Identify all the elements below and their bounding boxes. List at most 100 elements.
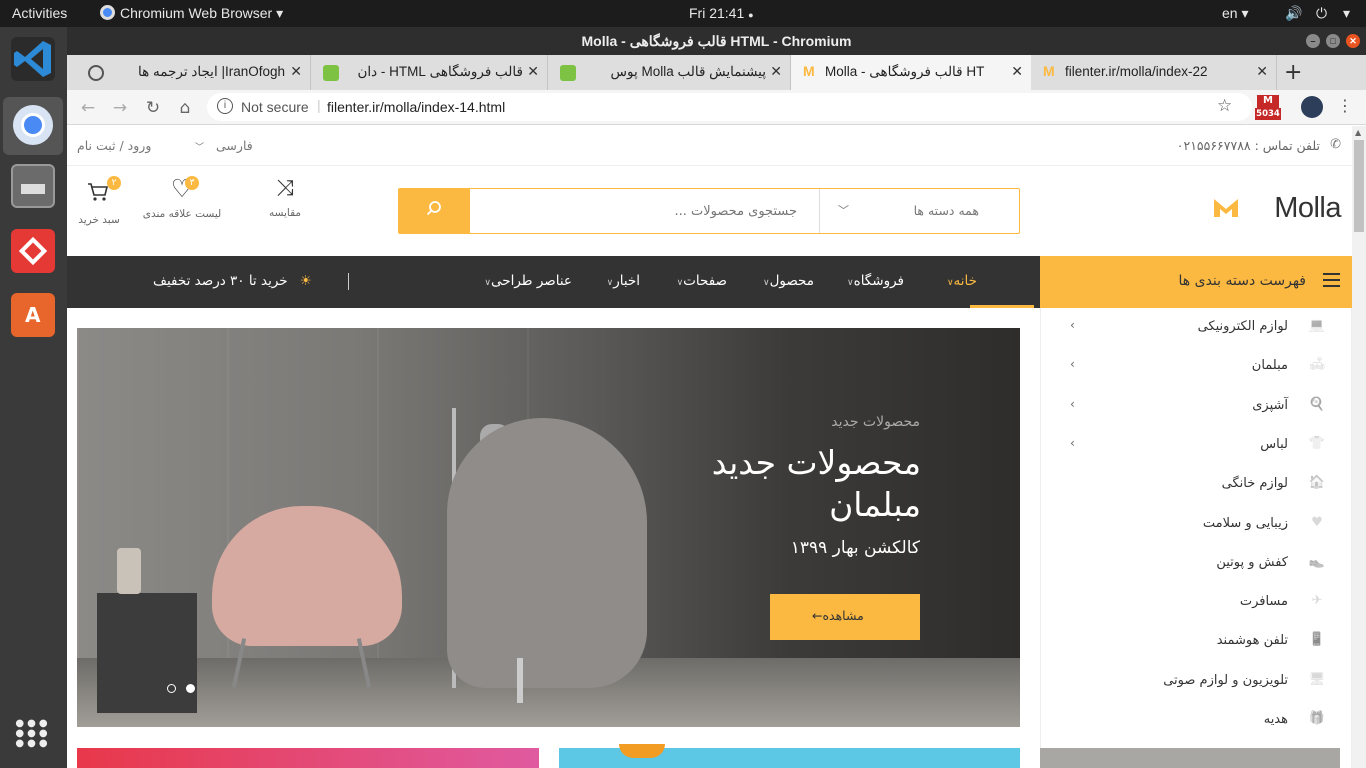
profile-avatar[interactable] xyxy=(1301,96,1323,118)
window-title-bar: Molla - قالب فروشگاهی HTML - Chromium – … xyxy=(67,27,1366,55)
close-icon[interactable]: ✕ xyxy=(527,63,539,80)
language-label: فارسی xyxy=(216,138,253,153)
search-icon xyxy=(426,200,442,216)
tab-molla-active[interactable]: M Molla - قالب فروشگاهی HT ✕ xyxy=(791,55,1031,90)
tab-label: قالب فروشگاهی HTML - دان xyxy=(357,64,523,79)
chevron-down-icon[interactable]: ▾ xyxy=(1343,5,1350,22)
top-info-bar: ✆ تلفن تماس : ۰۲۱۵۵۶۶۷۷۸۸ ورود / ثبت نام… xyxy=(67,126,1352,166)
extension-badge: 5034 xyxy=(1255,108,1281,120)
nav-news[interactable]: ∨اخبار xyxy=(599,273,640,289)
nav-pages[interactable]: ∨صفحات xyxy=(669,273,727,289)
software-center-icon[interactable]: A xyxy=(11,293,55,337)
promo-banner-1[interactable] xyxy=(77,748,539,768)
search-button[interactable] xyxy=(399,189,470,233)
hero-title-line1: محصولات جدید xyxy=(711,443,921,482)
chevron-down-icon: ▾ xyxy=(276,5,284,21)
security-label: Not secure xyxy=(241,99,309,115)
clock[interactable]: Fri 21:41 ● xyxy=(689,5,754,21)
extension-gmail-icon[interactable]: M 5034 xyxy=(1255,95,1281,121)
close-icon[interactable]: ✕ xyxy=(1011,63,1023,80)
activities-button[interactable]: Activities xyxy=(12,5,67,21)
nav-shop[interactable]: ∨فروشگاه xyxy=(839,273,904,289)
files-icon[interactable] xyxy=(11,164,55,208)
nav-product[interactable]: ∨محصول xyxy=(755,273,814,289)
menu-kebab-icon[interactable]: ⋮ xyxy=(1337,96,1353,115)
home-icon[interactable]: ⌂ xyxy=(174,97,196,119)
category-item[interactable]: 📱 تلفن هوشمند xyxy=(1058,622,1338,661)
language-indicator[interactable]: en ▾ xyxy=(1222,5,1249,22)
hero-subtitle: محصولات جدید xyxy=(831,414,920,430)
chromium-icon[interactable] xyxy=(3,97,63,155)
new-tab-button[interactable]: + xyxy=(1284,60,1302,85)
close-icon[interactable]: ✕ xyxy=(770,63,782,80)
maximize-icon[interactable]: □ xyxy=(1326,34,1340,48)
chevron-down-icon: ∨ xyxy=(847,278,854,288)
tab-filenter[interactable]: M filenter.ir/molla/index-22 ✕ xyxy=(1031,55,1277,90)
nav-elements[interactable]: ∨عناصر طراحی xyxy=(476,273,572,289)
category-item[interactable]: 👕 لباس ‹ xyxy=(1058,426,1338,465)
scrollbar-thumb[interactable] xyxy=(1354,140,1364,232)
category-label: لباس xyxy=(1260,436,1288,452)
cart-link[interactable]: ۲ سبد خرید xyxy=(75,176,123,236)
close-icon[interactable]: ✕ xyxy=(1346,34,1360,48)
wishlist-link[interactable]: ♡ ۳ لیست علاقه مندی xyxy=(137,176,227,236)
promo-banner-3[interactable] xyxy=(1040,748,1340,768)
category-label: تلویزیون و لوازم صوتی xyxy=(1163,672,1288,688)
scroll-up-icon[interactable]: ▲ xyxy=(1355,128,1361,137)
vscode-icon[interactable] xyxy=(11,37,55,81)
categories-toggle[interactable]: فهرست دسته بندی ها xyxy=(1040,256,1352,308)
info-icon[interactable]: i xyxy=(217,98,233,114)
category-item[interactable]: 🏠 لوازم خانگی xyxy=(1058,465,1338,504)
category-item[interactable]: 🛋 مبلمان ‹ xyxy=(1058,347,1338,386)
category-item[interactable]: 💻 لوازم الکترونیکی ‹ xyxy=(1058,308,1338,347)
reload-icon[interactable]: ↻ xyxy=(142,97,164,119)
minimize-icon[interactable]: – xyxy=(1306,34,1320,48)
category-item[interactable]: ✈ مسافرت xyxy=(1058,583,1338,622)
forward-icon[interactable]: → xyxy=(109,97,131,119)
nav-divider xyxy=(348,273,349,290)
close-icon[interactable]: ✕ xyxy=(290,63,302,80)
anydesk-icon[interactable] xyxy=(11,229,55,273)
show-apps-icon[interactable]: ●●● ●●● ●●● xyxy=(11,715,55,759)
category-item[interactable]: 🎁 هدیه xyxy=(1058,701,1338,740)
logo[interactable]: Molla xyxy=(1214,192,1341,226)
dock: A ●●● ●●● ●●● xyxy=(0,27,67,768)
app-name: Chromium Web Browser xyxy=(120,5,273,21)
slider-dot[interactable] xyxy=(167,684,176,693)
url-text[interactable]: filenter.ir/molla/index-14.html xyxy=(327,99,505,115)
search-input[interactable] xyxy=(471,189,819,233)
categories-title: فهرست دسته بندی ها xyxy=(1178,273,1306,289)
slider-dot-active[interactable] xyxy=(186,684,195,693)
search-category-select[interactable]: همه دسته ها ﹀ xyxy=(819,189,1019,233)
category-item[interactable]: ♥ زیبایی و سلامت xyxy=(1058,505,1338,544)
power-icon[interactable]: ⏻ xyxy=(1316,5,1327,22)
tab-danalink[interactable]: قالب فروشگاهی HTML - دان ✕ xyxy=(311,55,548,90)
bookmark-star-icon[interactable]: ☆ xyxy=(1217,96,1232,116)
molla-logo-icon xyxy=(1214,197,1238,217)
close-icon[interactable]: ✕ xyxy=(1256,63,1268,80)
page-scrollbar[interactable]: ▲ xyxy=(1352,126,1366,768)
compare-link[interactable]: ⤨ مقایسه xyxy=(265,176,305,236)
category-item[interactable]: 🍳 آشپزی ‹ xyxy=(1058,387,1338,426)
promo-link[interactable]: ☀ خرید تا ۳۰ درصد تخفیف xyxy=(153,273,312,289)
promo-banner-2[interactable] xyxy=(559,744,1020,768)
back-icon[interactable]: ← xyxy=(77,97,99,119)
chevron-down-icon: ∨ xyxy=(484,278,491,288)
tv-icon: 🖥 xyxy=(1308,671,1326,687)
category-item[interactable]: 👞 کفش و پوتین xyxy=(1058,544,1338,583)
clock-text: Fri 21:41 xyxy=(689,5,745,21)
nav-home[interactable]: ∨خانه xyxy=(939,273,977,289)
app-menu[interactable]: Chromium Web Browser ▾ xyxy=(100,5,283,22)
globe-icon xyxy=(88,65,104,81)
address-bar[interactable]: i Not secure | filenter.ir/molla/index-1… xyxy=(207,93,1252,121)
hero-view-button[interactable]: مشاهده← xyxy=(770,594,920,640)
nav-label: اخبار xyxy=(613,273,640,289)
category-item[interactable]: 🖥 تلویزیون و لوازم صوتی xyxy=(1058,662,1338,701)
window-title: Molla - قالب فروشگاهی HTML - Chromium xyxy=(581,33,852,49)
tab-iranofogh[interactable]: IranOfogh| ایجاد ترجمه ها ✕ xyxy=(76,55,311,90)
volume-icon[interactable]: 🔊 xyxy=(1285,5,1302,22)
language-select[interactable]: ﹀ فارسی xyxy=(195,138,253,153)
login-link[interactable]: ورود / ثبت نام xyxy=(77,138,151,153)
tab-molla-preview[interactable]: پیشنمایش قالب Molla پوس ✕ xyxy=(548,55,791,90)
orange-slice-image xyxy=(619,744,665,758)
